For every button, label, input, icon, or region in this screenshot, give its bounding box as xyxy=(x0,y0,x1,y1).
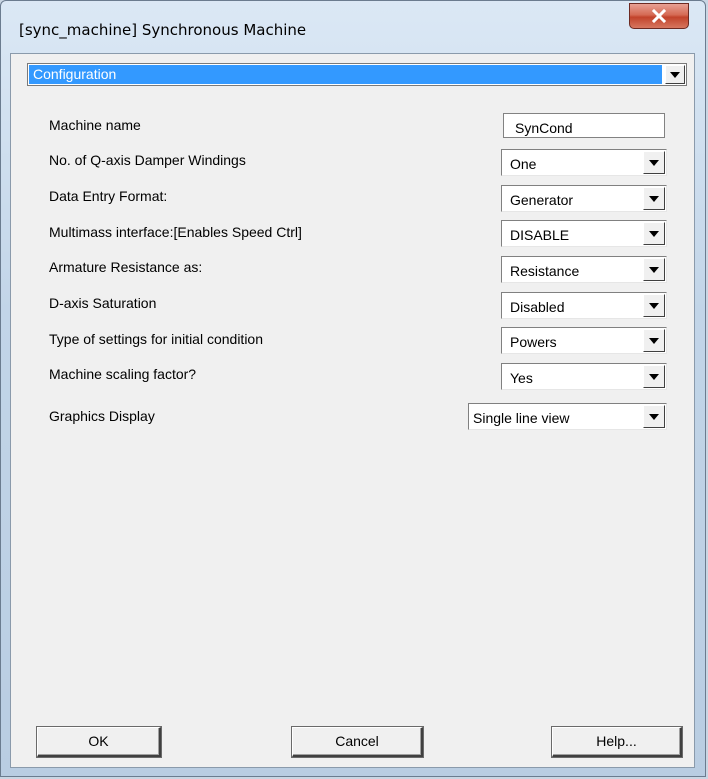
scaling-factor-label: Machine scaling factor? xyxy=(49,366,197,382)
chevron-down-icon xyxy=(649,266,659,273)
multimass-value: DISABLE xyxy=(510,227,570,243)
q-axis-dampers-value: One xyxy=(510,156,537,172)
armature-resistance-select[interactable]: Resistance xyxy=(501,256,667,283)
graphics-display-dropdown-button[interactable] xyxy=(643,405,665,428)
multimass-label: Multimass interface:[Enables Speed Ctrl] xyxy=(49,224,302,240)
window-title: [sync_machine] Synchronous Machine xyxy=(19,21,307,39)
section-dropdown-button[interactable] xyxy=(665,65,685,84)
data-entry-format-dropdown-button[interactable] xyxy=(643,187,665,210)
chevron-down-icon xyxy=(649,337,659,344)
multimass-dropdown-button[interactable] xyxy=(643,222,665,245)
scaling-factor-value: Yes xyxy=(510,370,533,386)
initial-condition-dropdown-button[interactable] xyxy=(643,329,665,352)
initial-condition-select[interactable]: Powers xyxy=(501,327,667,354)
armature-resistance-value: Resistance xyxy=(510,263,580,279)
chevron-down-icon xyxy=(649,230,659,237)
close-button[interactable] xyxy=(629,3,689,29)
close-icon xyxy=(651,9,667,23)
chevron-down-icon xyxy=(649,302,659,309)
d-axis-saturation-label: D-axis Saturation xyxy=(49,295,157,311)
section-dropdown-value: Configuration xyxy=(29,65,662,84)
armature-resistance-dropdown-button[interactable] xyxy=(643,258,665,281)
machine-name-field[interactable] xyxy=(503,113,665,138)
graphics-display-label: Graphics Display xyxy=(49,408,155,424)
graphics-display-select[interactable]: Single line view xyxy=(468,403,667,430)
chevron-down-icon xyxy=(649,413,659,420)
data-entry-format-label: Data Entry Format: xyxy=(49,188,168,204)
q-axis-dampers-label: No. of Q-axis Damper Windings xyxy=(49,152,246,168)
data-entry-format-value: Generator xyxy=(510,192,574,208)
d-axis-saturation-value: Disabled xyxy=(510,299,565,315)
q-axis-dampers-dropdown-button[interactable] xyxy=(643,151,665,174)
section-dropdown[interactable]: Configuration xyxy=(27,63,687,86)
q-axis-dampers-select[interactable]: One xyxy=(501,149,667,176)
help-button[interactable]: Help... xyxy=(552,727,682,757)
cancel-button[interactable]: Cancel xyxy=(292,727,423,757)
armature-resistance-label: Armature Resistance as: xyxy=(49,259,203,275)
chevron-down-icon xyxy=(649,195,659,202)
data-entry-format-select[interactable]: Generator xyxy=(501,185,667,212)
d-axis-saturation-dropdown-button[interactable] xyxy=(643,294,665,317)
scaling-factor-select[interactable]: Yes xyxy=(501,363,667,390)
chevron-down-icon xyxy=(670,71,680,78)
machine-name-label: Machine name xyxy=(49,117,141,133)
initial-condition-label: Type of settings for initial condition xyxy=(49,331,264,347)
graphics-display-value: Single line view xyxy=(473,410,570,426)
chevron-down-icon xyxy=(649,373,659,380)
chevron-down-icon xyxy=(649,159,659,166)
d-axis-saturation-select[interactable]: Disabled xyxy=(501,292,667,319)
scaling-factor-dropdown-button[interactable] xyxy=(643,365,665,388)
initial-condition-value: Powers xyxy=(510,334,557,350)
title-bar[interactable]: [sync_machine] Synchronous Machine xyxy=(1,1,705,53)
multimass-select[interactable]: DISABLE xyxy=(501,220,667,247)
ok-button[interactable]: OK xyxy=(37,727,161,757)
